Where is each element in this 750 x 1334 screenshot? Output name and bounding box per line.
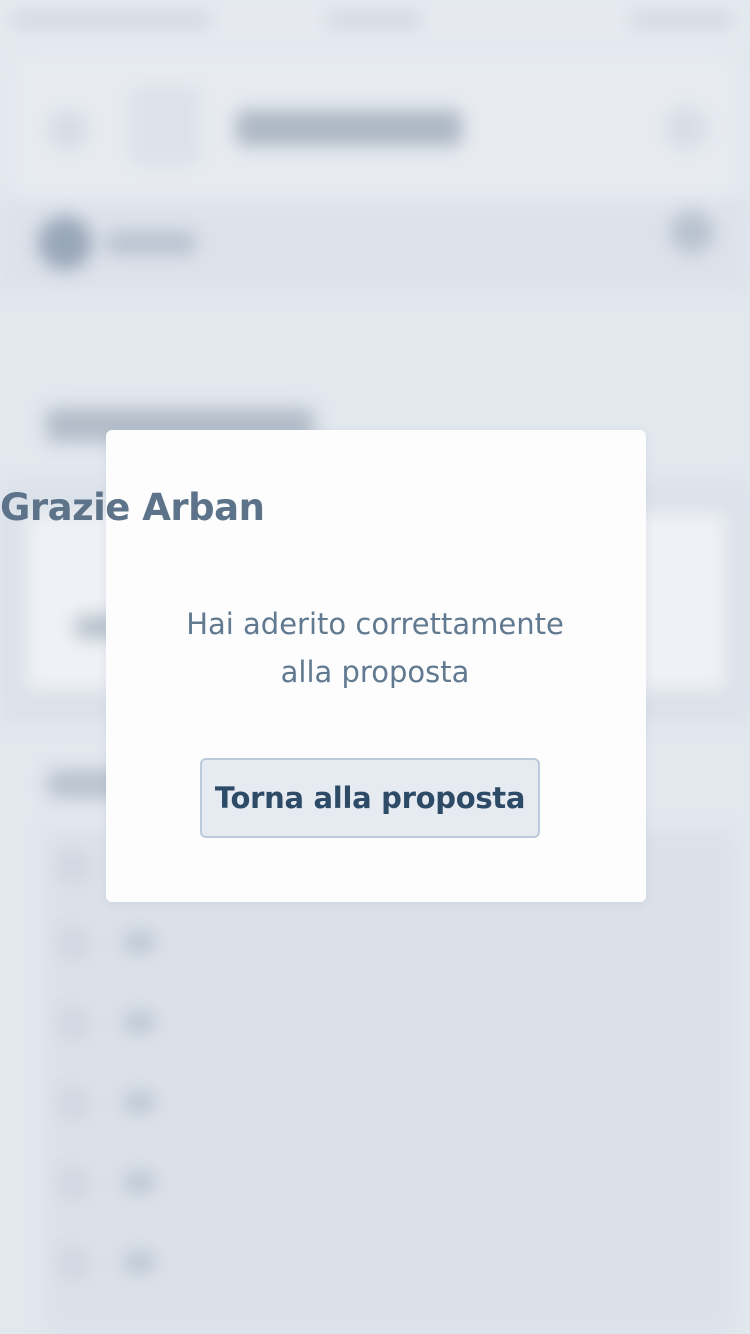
list-item-icon <box>56 1006 90 1040</box>
list-item-icon <box>56 1246 90 1280</box>
screen: Grazie Arban Hai aderito correttamente a… <box>0 0 750 1334</box>
list-item-value <box>124 932 154 952</box>
back-to-proposal-button[interactable]: Torna alla proposta <box>200 758 540 838</box>
user-action-icon <box>670 210 714 254</box>
list <box>44 830 734 1334</box>
list-item-value <box>124 1012 154 1032</box>
list-item-icon <box>56 1166 90 1200</box>
status-bar-time <box>326 14 422 26</box>
status-bar-carrier <box>12 14 212 26</box>
list-item-value <box>124 1252 154 1272</box>
list-item-icon <box>56 926 90 960</box>
list-item-value <box>124 1172 154 1192</box>
list-item-icon <box>56 1086 90 1120</box>
list-item-icon <box>56 850 90 884</box>
user-name <box>106 232 196 254</box>
status-bar <box>0 0 750 40</box>
header-logo <box>130 86 200 166</box>
dialog-message: Hai aderito correttamente alla proposta <box>186 607 564 689</box>
dialog-title: Grazie Arban <box>0 486 265 529</box>
back-icon <box>48 110 88 150</box>
header-title <box>236 110 462 146</box>
list-item-value <box>124 1092 154 1112</box>
header-action-icon <box>664 106 708 150</box>
avatar <box>38 216 92 270</box>
user-bar <box>0 200 750 292</box>
status-bar-battery-icon <box>630 14 734 26</box>
app-header <box>16 56 734 196</box>
